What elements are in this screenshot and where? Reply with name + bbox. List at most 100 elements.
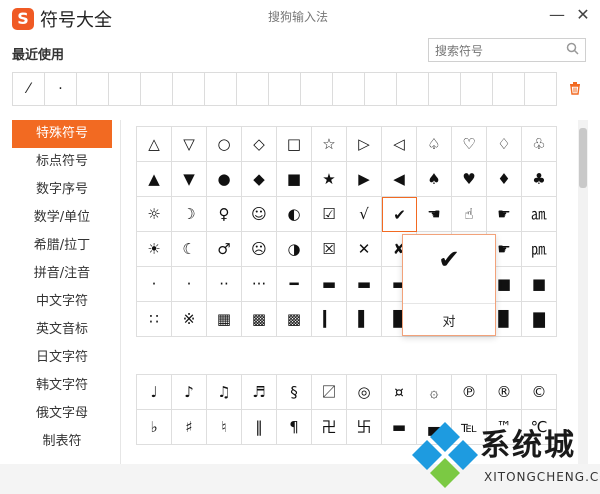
recent-symbol-cell[interactable]: ⁄ [13,73,45,105]
symbol-cell[interactable]: ♯ [172,410,207,445]
recent-symbol-cell[interactable] [525,73,557,105]
recent-symbol-cell[interactable] [205,73,237,105]
symbol-cell[interactable]: ◀ [382,162,417,197]
symbol-cell[interactable]: ☽ [172,197,207,232]
symbol-cell[interactable]: ♢ [487,127,522,162]
symbol-cell[interactable]: ◑ [277,232,312,267]
symbol-cell[interactable]: ● [207,162,242,197]
symbol-cell[interactable]: ✕ [347,232,382,267]
recent-symbol-cell[interactable] [397,73,429,105]
symbol-cell[interactable]: · [137,267,172,302]
symbol-cell[interactable]: ㏘ [522,232,557,267]
symbol-cell[interactable]: ♪ [172,375,207,410]
symbol-cell[interactable]: ▩ [242,302,277,337]
symbol-cell[interactable]: ○ [207,127,242,162]
symbol-cell[interactable]: § [277,375,312,410]
symbol-cell[interactable]: ☚ [417,197,452,232]
close-button[interactable]: ✕ [574,6,592,24]
symbol-cell[interactable]: ▬ [347,267,382,302]
search-icon[interactable] [566,42,579,59]
trash-icon[interactable] [568,80,582,95]
symbol-cell[interactable]: ☆ [312,127,347,162]
symbol-cell[interactable]: ¤ [382,375,417,410]
symbol-cell[interactable]: ☼ [137,197,172,232]
recent-symbol-cell[interactable] [77,73,109,105]
symbol-cell[interactable]: ◁ [382,127,417,162]
recent-symbol-cell[interactable] [461,73,493,105]
category-item[interactable]: 希腊/拉丁 [12,232,112,260]
symbol-cell[interactable]: 〼 [312,375,347,410]
category-item[interactable]: 制表符 [12,428,112,456]
category-item[interactable]: 中文字符 [12,288,112,316]
category-item[interactable]: 日文字符 [12,344,112,372]
category-item[interactable]: 俄文字母 [12,400,112,428]
symbol-cell[interactable]: ‖ [242,410,277,445]
symbol-cell[interactable]: ▼ [172,162,207,197]
symbol-cell[interactable]: ▷ [347,127,382,162]
recent-symbol-cell[interactable] [109,73,141,105]
symbol-cell[interactable]: ☑ [312,197,347,232]
minimize-button[interactable]: — [548,6,566,24]
symbol-cell[interactable]: ·· [207,267,242,302]
recent-symbol-cell[interactable] [493,73,525,105]
symbol-cell[interactable]: · [172,267,207,302]
category-item[interactable]: 数字序号 [12,176,112,204]
symbol-cell[interactable]: ━ [277,267,312,302]
symbol-cell[interactable]: ◎ [347,375,382,410]
symbol-cell[interactable]: ▌ [347,302,382,337]
symbol-cell[interactable]: ■ [522,267,557,302]
category-item[interactable]: 英文音标 [12,316,112,344]
recent-symbol-cell[interactable] [173,73,205,105]
symbol-cell[interactable]: ♦ [487,162,522,197]
category-item[interactable]: 拼音/注音 [12,260,112,288]
symbol-cell[interactable]: ㏂ [522,197,557,232]
symbol-cell[interactable]: △ [137,127,172,162]
symbol-cell[interactable]: ☀ [137,232,172,267]
recent-symbol-cell[interactable] [269,73,301,105]
symbol-cell[interactable]: ♭ [137,410,172,445]
symbol-cell[interactable]: ··· [242,267,277,302]
symbol-cell[interactable]: ✔ [382,197,417,232]
symbol-cell[interactable]: ♬ [242,375,277,410]
symbol-cell[interactable]: ۞ [417,375,452,410]
symbol-cell[interactable]: ▩ [277,302,312,337]
symbol-cell[interactable]: ♣ [522,162,557,197]
symbol-cell[interactable]: ♡ [452,127,487,162]
recent-symbol-cell[interactable] [365,73,397,105]
search-input[interactable] [433,40,565,62]
symbol-cell[interactable]: ▬ [312,267,347,302]
recent-symbol-cell[interactable]: · [45,73,77,105]
symbol-cell[interactable]: ▇ [522,302,557,337]
symbol-cell[interactable]: ☛ [487,197,522,232]
symbol-cell[interactable]: ▲ [137,162,172,197]
recent-symbol-cell[interactable] [333,73,365,105]
symbol-cell[interactable]: √ [347,197,382,232]
category-item[interactable]: 标点符号 [12,148,112,176]
scrollbar-thumb[interactable] [579,128,587,188]
symbol-cell[interactable]: ▎ [312,302,347,337]
recent-symbol-cell[interactable] [301,73,333,105]
category-item[interactable]: 数学/单位 [12,204,112,232]
category-item[interactable]: 特殊符号 [12,120,112,148]
symbol-cell[interactable]: 卐 [347,410,382,445]
symbol-cell[interactable]: ♧ [522,127,557,162]
symbol-cell[interactable]: ◆ [242,162,277,197]
symbol-cell[interactable]: ▽ [172,127,207,162]
symbol-cell[interactable]: ♫ [207,375,242,410]
symbol-cell[interactable]: ◐ [277,197,312,232]
symbol-cell[interactable]: ♀ [207,197,242,232]
symbol-cell[interactable]: ★ [312,162,347,197]
symbol-cell[interactable]: © [522,375,557,410]
symbol-cell[interactable]: ☒ [312,232,347,267]
symbol-cell[interactable]: ☺ [242,197,277,232]
symbol-cell[interactable]: ∷ [137,302,172,337]
symbol-cell[interactable]: ☝ [452,197,487,232]
symbol-cell[interactable]: ♥ [452,162,487,197]
symbol-cell[interactable]: ® [487,375,522,410]
symbol-cell[interactable]: □ [277,127,312,162]
symbol-cell[interactable]: ♤ [417,127,452,162]
symbol-cell[interactable]: ♂ [207,232,242,267]
symbol-cell[interactable]: ■ [277,162,312,197]
recent-symbol-cell[interactable] [429,73,461,105]
symbol-cell[interactable]: ☾ [172,232,207,267]
